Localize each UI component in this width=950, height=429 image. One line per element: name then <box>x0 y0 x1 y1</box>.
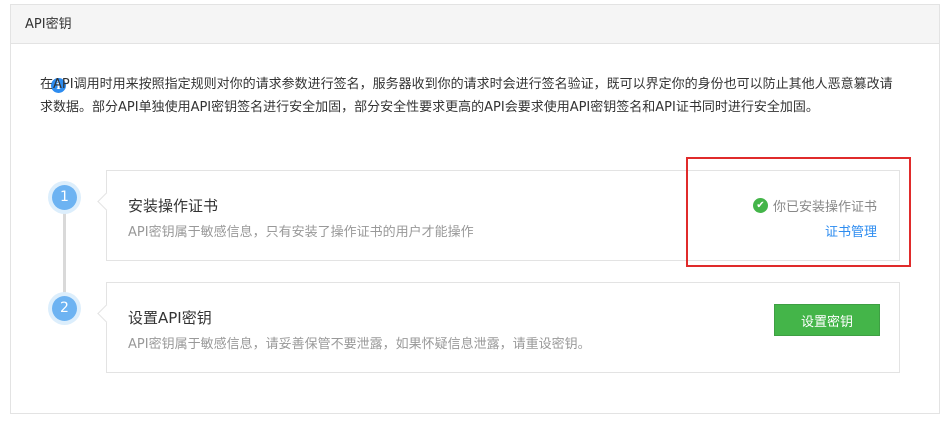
step-2-number: 2 <box>52 296 77 321</box>
panel-title: API密钥 <box>11 5 939 44</box>
set-key-button[interactable]: 设置密钥 <box>774 304 880 336</box>
step-title: 安装操作证书 <box>128 197 219 215</box>
step-title: 设置API密钥 <box>128 309 212 327</box>
step-1-number: 1 <box>52 185 77 210</box>
highlight-annotation-box <box>686 157 911 267</box>
step-description: API密钥属于敏感信息，只有安装了操作证书的用户才能操作 <box>128 225 474 240</box>
notice-text: 在API调用时用来按照指定规则对你的请求参数进行签名，服务器收到你的请求时会进行… <box>40 77 893 115</box>
timeline-line <box>63 200 66 306</box>
step-description: API密钥属于敏感信息，请妥善保管不要泄露，如果怀疑信息泄露，请重设密钥。 <box>128 337 591 352</box>
step-card-set-api-key: 设置API密钥 API密钥属于敏感信息，请妥善保管不要泄露，如果怀疑信息泄露，请… <box>106 282 900 373</box>
